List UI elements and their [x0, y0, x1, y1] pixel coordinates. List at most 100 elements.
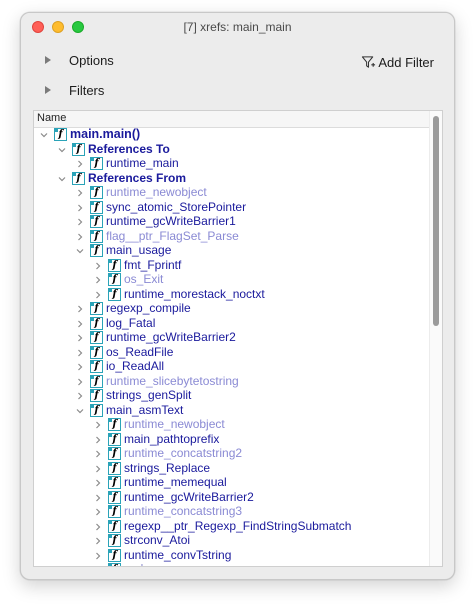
chevron-right-icon[interactable]: [76, 320, 84, 328]
function-icon: f: [90, 374, 103, 388]
tree-row-label: io_ReadAll: [106, 359, 165, 373]
scrollbar-thumb[interactable]: [433, 116, 439, 326]
chevron-right-icon[interactable]: [76, 233, 84, 241]
chevron-right-icon[interactable]: [76, 218, 84, 226]
xref-tree: f main.main() f References To f runtime_main f…: [34, 127, 430, 567]
function-icon: f: [90, 200, 103, 214]
tree-row[interactable]: f os_ReadFile: [34, 345, 430, 361]
function-icon: f: [90, 215, 103, 228]
options-section[interactable]: Options Add Filter: [21, 48, 454, 74]
chevron-right-icon[interactable]: [76, 363, 84, 371]
function-icon: f: [108, 563, 121, 566]
tree-row[interactable]: f runtime_morestack_noctxt: [34, 286, 430, 303]
tree-row[interactable]: f sync_atomic_StorePointer: [34, 199, 430, 216]
title-bar: [7] xrefs: main_main: [21, 13, 454, 40]
function-icon: f: [108, 447, 121, 460]
add-filter-button[interactable]: Add Filter: [361, 52, 434, 72]
chevron-right-icon[interactable]: [94, 291, 102, 299]
tree-row-label: runtime_morestack_noctxt: [124, 286, 265, 301]
chevron-right-icon[interactable]: [94, 566, 102, 567]
tree-row[interactable]: f References To: [34, 141, 430, 158]
tree-row[interactable]: f io_ReadAll: [34, 359, 430, 375]
function-icon: f: [54, 128, 67, 141]
tree-row[interactable]: f runtime_newobject: [34, 185, 430, 201]
tree-row-label: flag__ptr_FlagSet_Parse: [106, 228, 239, 243]
tree-row[interactable]: f main_usage: [34, 243, 430, 259]
function-icon: f: [90, 316, 103, 330]
chevron-right-icon[interactable]: [76, 160, 84, 168]
chevron-right-icon[interactable]: [94, 465, 102, 473]
tree-row[interactable]: f runtime_main: [34, 156, 430, 172]
tree-row[interactable]: f main_pathtoprefix: [34, 432, 430, 448]
tree-row[interactable]: f flag__ptr_FlagSet_Parse: [34, 228, 430, 245]
chevron-right-icon[interactable]: [94, 276, 102, 284]
tree-row-label: sync_atomic_StorePointer: [106, 199, 247, 214]
chevron-right-icon[interactable]: [94, 523, 102, 531]
chevron-down-icon[interactable]: [76, 247, 84, 255]
chevron-right-icon[interactable]: [94, 479, 102, 487]
vertical-scrollbar[interactable]: [429, 111, 442, 566]
tree-row-label: os_Exit: [124, 272, 164, 286]
xref-tree-panel: Name f main.main() f References To f runtime_…: [33, 110, 443, 567]
chevron-right-icon[interactable]: [94, 537, 102, 545]
chevron-down-icon[interactable]: [76, 407, 84, 415]
chevron-down-icon[interactable]: [40, 131, 48, 139]
tree-row-label: References To: [88, 141, 170, 156]
tree-row[interactable]: f strings_genSplit: [34, 388, 430, 404]
chevron-right-icon[interactable]: [94, 436, 102, 444]
tree-row[interactable]: f main.main(): [34, 127, 430, 143]
tree-row-label: strings_genSplit: [106, 388, 192, 402]
filters-disclosure-icon[interactable]: [45, 86, 51, 94]
chevron-right-icon[interactable]: [94, 494, 102, 502]
tree-row[interactable]: f strconv_Atoi: [34, 533, 430, 549]
tree-row[interactable]: f runtime_gcWriteBarrier1: [34, 214, 430, 230]
chevron-right-icon[interactable]: [76, 334, 84, 342]
chevron-right-icon[interactable]: [76, 392, 84, 400]
funnel-add-icon: [362, 55, 376, 68]
column-header-name[interactable]: Name: [34, 111, 430, 128]
chevron-right-icon[interactable]: [94, 508, 102, 516]
tree-row[interactable]: f fmt_Fprintf: [34, 257, 430, 274]
chevron-right-icon[interactable]: [94, 262, 102, 270]
chevron-right-icon[interactable]: [76, 204, 84, 212]
chevron-right-icon[interactable]: [94, 421, 102, 429]
tree-row[interactable]: f runtime_convTstring: [34, 548, 430, 564]
tree-row[interactable]: f runtime_memequal: [34, 475, 430, 491]
chevron-right-icon[interactable]: [76, 305, 84, 313]
filters-section[interactable]: Filters: [21, 78, 454, 104]
function-icon: f: [90, 186, 103, 199]
function-icon: f: [90, 244, 103, 257]
tree-row[interactable]: f runtime_slicebytetostring: [34, 374, 430, 390]
function-icon: f: [108, 418, 121, 431]
tree-row-label: runtime_gcWriteBarrier2: [106, 330, 236, 344]
chevron-right-icon[interactable]: [76, 189, 84, 197]
chevron-right-icon[interactable]: [94, 552, 102, 560]
tree-row[interactable]: f regexp_compile: [34, 301, 430, 317]
chevron-down-icon[interactable]: [58, 175, 66, 183]
tree-row[interactable]: f regexp__ptr_Regexp_FindStringSubmatch: [34, 519, 430, 535]
chevron-right-icon[interactable]: [76, 349, 84, 357]
tree-row[interactable]: f main_asmText: [34, 403, 430, 419]
function-icon: f: [108, 476, 121, 489]
tree-row[interactable]: f References From: [34, 171, 430, 187]
options-disclosure-icon[interactable]: [45, 56, 51, 64]
function-icon: f: [108, 548, 121, 562]
tree-row[interactable]: f runtime_gcWriteBarrier2: [34, 489, 430, 506]
tree-row-label: runtime_gcWriteBarrier2: [124, 489, 254, 504]
tree-row[interactable]: f os_Exit: [34, 272, 430, 288]
chevron-right-icon[interactable]: [76, 378, 84, 386]
function-icon: f: [108, 534, 121, 547]
chevron-right-icon[interactable]: [94, 450, 102, 458]
tree-row-label: fmt_Fprintf: [124, 257, 182, 272]
tree-row[interactable]: f strings_Replace: [34, 461, 430, 477]
filters-label: Filters: [69, 83, 105, 98]
chevron-down-icon[interactable]: [58, 146, 66, 154]
tree-row[interactable]: f runtime_concatstring3: [34, 504, 430, 520]
tree-row[interactable]: f runtime_gcWriteBarrier2: [34, 330, 430, 346]
tree-row[interactable]: f log_Fatal: [34, 316, 430, 332]
tree-row-label: main.main(): [70, 127, 141, 141]
tree-row[interactable]: fmain_warn: [34, 562, 430, 567]
function-icon: f: [108, 490, 121, 504]
tree-row[interactable]: f runtime_concatstring2: [34, 446, 430, 462]
tree-row[interactable]: f runtime_newobject: [34, 417, 430, 433]
